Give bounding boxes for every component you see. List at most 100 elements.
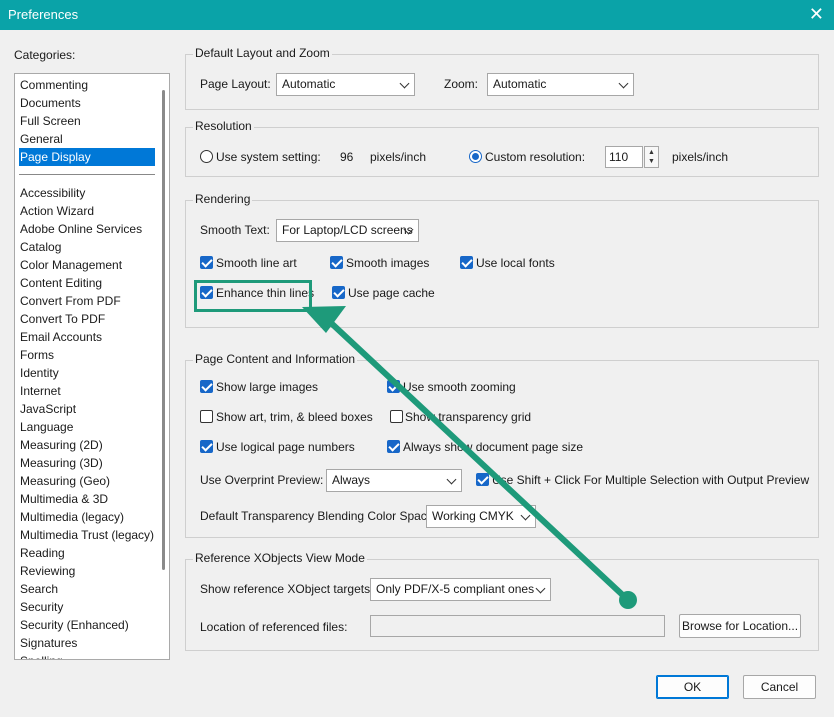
chevron-down-icon — [535, 583, 546, 594]
category-item[interactable]: JavaScript — [19, 400, 155, 418]
smooth-line-art-label: Smooth line art — [216, 256, 297, 270]
system-resolution-value: 96 — [340, 150, 354, 164]
custom-resolution-input[interactable]: 110 — [605, 146, 643, 168]
category-item[interactable]: Accessibility — [19, 184, 155, 202]
overprint-preview-label: Use Overprint Preview: — [200, 473, 324, 487]
category-item[interactable]: Action Wizard — [19, 202, 155, 220]
category-item[interactable]: Measuring (3D) — [19, 454, 155, 472]
category-item[interactable]: Content Editing — [19, 274, 155, 292]
chevron-down-icon — [618, 78, 629, 89]
category-item[interactable]: Spelling — [19, 652, 155, 659]
referenced-files-location-label: Location of referenced files: — [200, 620, 348, 634]
category-item[interactable]: Reading — [19, 544, 155, 562]
system-resolution-units: pixels/inch — [370, 150, 427, 164]
category-item[interactable]: Signatures — [19, 634, 155, 652]
use-system-setting-radio[interactable] — [200, 150, 213, 163]
shift-click-selection-checkbox[interactable] — [476, 473, 489, 486]
chevron-down-icon — [399, 78, 410, 89]
title-bar: Preferences ✕ — [0, 0, 834, 30]
smooth-line-art-checkbox[interactable] — [200, 256, 213, 269]
xobjects-legend: Reference XObjects View Mode — [193, 551, 367, 565]
categories-label: Categories: — [14, 48, 76, 62]
zoom-select[interactable]: Automatic — [487, 73, 634, 96]
blending-color-space-label: Default Transparency Blending Color Spac… — [200, 509, 437, 523]
category-item-page-display[interactable]: Page Display — [19, 148, 155, 166]
category-item[interactable]: Color Management — [19, 256, 155, 274]
page-layout-label: Page Layout: — [200, 77, 271, 91]
smooth-images-checkbox[interactable] — [330, 256, 343, 269]
show-art-trim-bleed-label: Show art, trim, & bleed boxes — [216, 410, 373, 424]
category-item[interactable]: Convert From PDF — [19, 292, 155, 310]
custom-resolution-value: 110 — [609, 150, 629, 164]
referenced-files-location-field[interactable] — [370, 615, 665, 637]
show-art-trim-bleed-checkbox[interactable] — [200, 410, 213, 423]
show-transparency-grid-checkbox[interactable] — [390, 410, 403, 423]
categories-list[interactable]: Commenting Documents Full Screen General… — [14, 73, 170, 660]
category-item-documents[interactable]: Documents — [19, 94, 155, 112]
custom-resolution-radio[interactable] — [469, 150, 482, 163]
always-show-page-size-checkbox[interactable] — [387, 440, 400, 453]
smooth-images-label: Smooth images — [346, 256, 430, 270]
xobject-targets-select[interactable]: Only PDF/X-5 compliant ones — [370, 578, 551, 601]
category-item-full-screen[interactable]: Full Screen — [19, 112, 155, 130]
chevron-down-icon — [520, 510, 531, 521]
use-page-cache-checkbox[interactable] — [332, 286, 345, 299]
category-item[interactable]: Multimedia (legacy) — [19, 508, 155, 526]
category-item[interactable]: Language — [19, 418, 155, 436]
shift-click-selection-label: Use Shift + Click For Multiple Selection… — [492, 473, 810, 487]
custom-resolution-label: Custom resolution: — [485, 150, 586, 164]
category-item[interactable]: Adobe Online Services — [19, 220, 155, 238]
use-logical-page-numbers-checkbox[interactable] — [200, 440, 213, 453]
use-logical-page-numbers-label: Use logical page numbers — [216, 440, 355, 454]
xobject-targets-value: Only PDF/X-5 compliant ones — [376, 582, 535, 596]
stepper-down-icon[interactable]: ▼ — [648, 158, 655, 166]
use-page-cache-label: Use page cache — [348, 286, 435, 300]
category-item[interactable]: Email Accounts — [19, 328, 155, 346]
category-item[interactable]: Reviewing — [19, 562, 155, 580]
category-item-general[interactable]: General — [19, 130, 155, 148]
layout-zoom-legend: Default Layout and Zoom — [193, 46, 332, 60]
always-show-page-size-label: Always show document page size — [403, 440, 584, 454]
overprint-preview-select[interactable]: Always — [326, 469, 462, 492]
use-smooth-zooming-checkbox[interactable] — [387, 380, 400, 393]
ok-button[interactable]: OK — [656, 675, 729, 699]
category-item-commenting[interactable]: Commenting — [19, 76, 155, 94]
xobject-targets-label: Show reference XObject targets: — [200, 582, 374, 596]
category-item[interactable]: Measuring (Geo) — [19, 472, 155, 490]
category-item[interactable]: Identity — [19, 364, 155, 382]
category-item[interactable]: Convert To PDF — [19, 310, 155, 328]
smooth-text-label: Smooth Text: — [200, 223, 270, 237]
use-system-setting-label: Use system setting: — [216, 150, 321, 164]
use-smooth-zooming-label: Use smooth zooming — [403, 380, 516, 394]
categories-scrollbar[interactable] — [162, 90, 165, 570]
category-item[interactable]: Search — [19, 580, 155, 598]
show-large-images-checkbox[interactable] — [200, 380, 213, 393]
category-item[interactable]: Security (Enhanced) — [19, 616, 155, 634]
use-local-fonts-label: Use local fonts — [476, 256, 555, 270]
page-layout-select[interactable]: Automatic — [276, 73, 415, 96]
custom-resolution-stepper[interactable]: ▲ ▼ — [644, 146, 659, 168]
category-item[interactable]: Multimedia Trust (legacy) — [19, 526, 155, 544]
rendering-legend: Rendering — [193, 192, 253, 206]
cancel-button[interactable]: Cancel — [743, 675, 816, 699]
category-item[interactable]: Security — [19, 598, 155, 616]
zoom-value: Automatic — [493, 77, 547, 91]
custom-resolution-units: pixels/inch — [672, 150, 729, 164]
window-title: Preferences — [8, 7, 79, 22]
close-icon[interactable]: ✕ — [809, 4, 824, 24]
category-item[interactable]: Internet — [19, 382, 155, 400]
use-local-fonts-checkbox[interactable] — [460, 256, 473, 269]
chevron-down-icon — [446, 474, 457, 485]
zoom-label: Zoom: — [444, 77, 479, 91]
category-item[interactable]: Catalog — [19, 238, 155, 256]
category-item[interactable]: Multimedia & 3D — [19, 490, 155, 508]
category-item[interactable]: Forms — [19, 346, 155, 364]
highlight-box — [194, 280, 312, 312]
browse-for-location-button[interactable]: Browse for Location... — [679, 614, 801, 638]
category-item[interactable]: Measuring (2D) — [19, 436, 155, 454]
stepper-up-icon[interactable]: ▲ — [648, 149, 655, 157]
blending-color-space-select[interactable]: Working CMYK — [426, 505, 536, 528]
blending-color-space-value: Working CMYK — [432, 509, 514, 523]
resolution-legend: Resolution — [193, 119, 254, 133]
smooth-text-select[interactable]: For Laptop/LCD screens — [276, 219, 419, 242]
